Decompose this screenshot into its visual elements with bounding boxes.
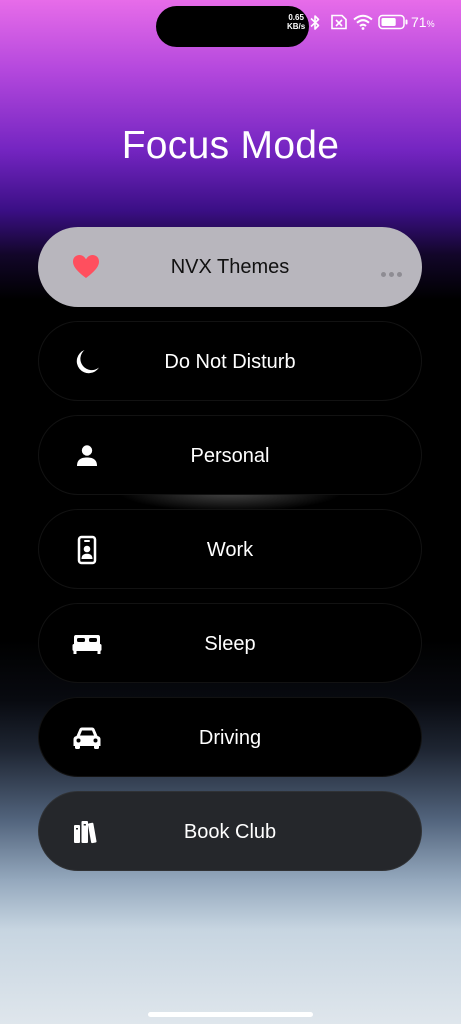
battery-icon (378, 14, 408, 30)
focus-item-do-not-disturb[interactable]: Do Not Disturb (38, 321, 422, 401)
more-options-icon[interactable] (378, 264, 402, 282)
network-speed: 0.65 KB/s (287, 13, 305, 31)
focus-item-label: Personal (190, 445, 270, 467)
focus-item-personal[interactable]: Personal (38, 415, 422, 495)
focus-item-label: Do Not Disturb (164, 351, 296, 373)
focus-item-book-club[interactable]: Book Club (38, 791, 422, 871)
focus-item-driving[interactable]: Driving (38, 697, 422, 777)
battery-percent-value: 71 (411, 14, 427, 30)
network-speed-value: 0.65 (288, 13, 304, 22)
sim-disabled-icon (331, 14, 347, 30)
battery-level-fill (381, 18, 396, 26)
wifi-icon (353, 14, 373, 30)
battery-percent-unit: % (426, 19, 435, 29)
focus-item-label: Driving (198, 727, 262, 749)
network-speed-unit: KB/s (287, 22, 306, 31)
battery-percent: 71% (411, 14, 435, 30)
focus-item-nvx-themes[interactable]: NVX Themes (38, 227, 422, 307)
focus-item-label: Work (206, 539, 254, 561)
focus-item-label: Sleep (204, 633, 256, 655)
focus-item-label: Book Club (183, 821, 277, 843)
bluetooth-icon (310, 15, 320, 30)
focus-item-sleep[interactable]: Sleep (38, 603, 422, 683)
focus-item-label: NVX Themes (170, 256, 290, 278)
home-indicator[interactable] (148, 1012, 313, 1017)
page-title: Focus Mode (121, 124, 340, 167)
focus-item-work[interactable]: Work (38, 509, 422, 589)
